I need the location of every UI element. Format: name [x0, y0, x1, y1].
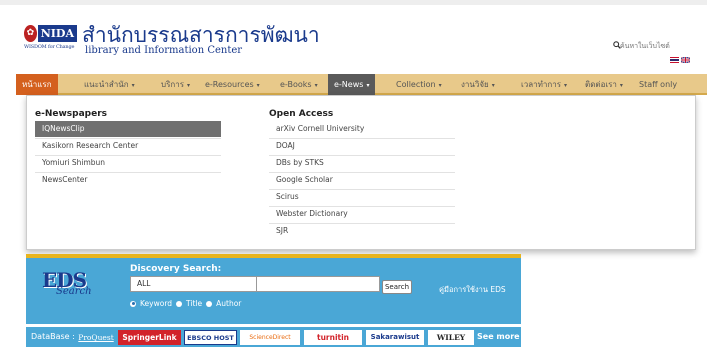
menu-link-iqnewsclip[interactable]: IQNewsClip	[35, 121, 221, 137]
proquest-logo[interactable]: ProQuest	[76, 330, 116, 345]
nav-label: e-Resources	[205, 80, 254, 89]
radio-title-label: Title	[186, 299, 203, 308]
language-switcher	[670, 57, 690, 63]
nav-home[interactable]: หน้าแรก	[16, 74, 58, 95]
site-search	[607, 39, 695, 53]
nav-label: e-News	[334, 80, 364, 89]
thai-flag-icon[interactable]	[670, 57, 679, 63]
nav-e-news[interactable]: e-News ▾	[328, 74, 376, 95]
see-more-link[interactable]: See more	[477, 332, 520, 341]
menu-link-dbs-by-stks[interactable]: DBs by STKS	[269, 155, 455, 171]
nav-research[interactable]: งานวิจัย ▾	[455, 74, 501, 95]
chevron-down-icon: ▾	[619, 82, 623, 89]
nav-label: e-Books	[280, 80, 312, 89]
discovery-search-input[interactable]	[256, 276, 380, 292]
wiley-logo[interactable]: WILEY	[428, 330, 474, 345]
search-input[interactable]	[620, 39, 692, 53]
nida-logo[interactable]: ✿ NIDA WISDOM for Change	[24, 25, 77, 53]
ebsco-logo[interactable]: EBSCO HOST	[184, 330, 237, 345]
sciencedirect-logo[interactable]: ScienceDirect	[240, 330, 300, 345]
nav-label: งานวิจัย	[461, 80, 489, 89]
radio-author-label: Author	[216, 299, 242, 308]
radio-keyword-label: Keyword	[140, 299, 173, 308]
turnitin-logo[interactable]: turnitin	[304, 330, 362, 345]
open-access-heading: Open Access	[269, 109, 334, 119]
eds-logo-script: Search	[56, 286, 92, 297]
nav-contact[interactable]: ติดต่อเรา ▾	[579, 74, 629, 95]
menu-link-scirus[interactable]: Scirus	[269, 189, 455, 205]
nav-collection[interactable]: Collection ▾	[390, 74, 448, 95]
menu-link-yomiuri[interactable]: Yomiuri Shimbun	[35, 155, 221, 171]
search-button[interactable]: Search	[382, 280, 412, 294]
menu-link-newscenter[interactable]: NewsCenter	[35, 172, 221, 188]
database-label: DataBase :	[31, 332, 75, 341]
radio-keyword[interactable]	[130, 300, 136, 307]
menu-link-doaj[interactable]: DOAJ	[269, 138, 455, 154]
eds-manual-link[interactable]: คู่มือการใช้งาน EDS	[439, 284, 506, 296]
chevron-down-icon: ▾	[187, 82, 191, 89]
nav-label: Staff only	[639, 80, 678, 89]
eds-search-panel: EDS Search Discovery Search: ALL ▼ Searc…	[26, 254, 521, 324]
nav-about[interactable]: แนะนำสำนัก ▾	[78, 74, 141, 95]
menu-link-arxiv[interactable]: arXiv Cornell University	[269, 121, 455, 137]
nav-label: บริการ	[161, 80, 185, 89]
nav-opening-hours[interactable]: เวลาทำการ ▾	[515, 74, 573, 95]
radio-title[interactable]	[176, 300, 183, 307]
database-bar: DataBase : ProQuest SpringerLink EBSCO H…	[26, 327, 521, 347]
chevron-down-icon: ▾	[314, 82, 318, 89]
chevron-down-icon: ▾	[366, 82, 370, 89]
uk-flag-icon[interactable]	[681, 57, 690, 63]
site-title-english: library and Information Center	[85, 45, 243, 56]
nida-emblem-icon: ✿	[24, 25, 37, 42]
chevron-down-icon: ▾	[256, 82, 260, 89]
menu-link-webster[interactable]: Webster Dictionary	[269, 206, 455, 222]
logo-slogan: WISDOM for Change	[24, 44, 75, 50]
eds-logo[interactable]: EDS Search	[42, 268, 92, 297]
nav-label: หน้าแรก	[22, 80, 52, 89]
nav-e-books[interactable]: e-Books ▾	[274, 74, 324, 95]
chevron-down-icon: ▾	[131, 82, 135, 89]
chevron-down-icon: ▾	[491, 82, 495, 89]
chevron-down-icon: ▾	[438, 82, 442, 89]
radio-author[interactable]	[206, 300, 213, 307]
e-news-dropdown: e-Newspapers IQNewsClip Kasikorn Researc…	[26, 95, 696, 250]
nav-staff-only[interactable]: Staff only	[633, 74, 683, 95]
discovery-search-label: Discovery Search:	[130, 264, 222, 274]
sakarawisut-logo[interactable]: Sakarawisut	[366, 330, 424, 345]
nav-label: Collection	[396, 80, 436, 89]
springerlink-logo[interactable]: SpringerLink	[118, 330, 181, 345]
nav-label: เวลาทำการ	[521, 80, 562, 89]
nav-services[interactable]: บริการ ▾	[155, 74, 196, 95]
chevron-down-icon: ▾	[564, 82, 568, 89]
nav-e-resources[interactable]: e-Resources ▾	[199, 74, 266, 95]
logo-text: NIDA	[37, 25, 77, 42]
menu-link-sjr[interactable]: SJR	[269, 223, 455, 239]
nav-label: ติดต่อเรา	[585, 80, 617, 89]
site-header: ✿ NIDA WISDOM for Change สำนักบรรณสารการ…	[0, 0, 707, 74]
search-field-radios: Keyword Title Author	[130, 299, 241, 308]
menu-link-kasikorn[interactable]: Kasikorn Research Center	[35, 138, 221, 154]
nav-label: แนะนำสำนัก	[84, 80, 129, 89]
search-scope-select[interactable]: ALL ▼	[130, 276, 276, 292]
menu-link-google-scholar[interactable]: Google Scholar	[269, 172, 455, 188]
select-value: ALL	[137, 279, 151, 288]
e-newspapers-heading: e-Newspapers	[35, 109, 108, 119]
main-nav: หน้าแรก แนะนำสำนัก ▾ บริการ ▾ e-Resources ▾…	[16, 74, 707, 95]
site-title-thai: สำนักบรรณสารการพัฒนา	[82, 23, 320, 47]
